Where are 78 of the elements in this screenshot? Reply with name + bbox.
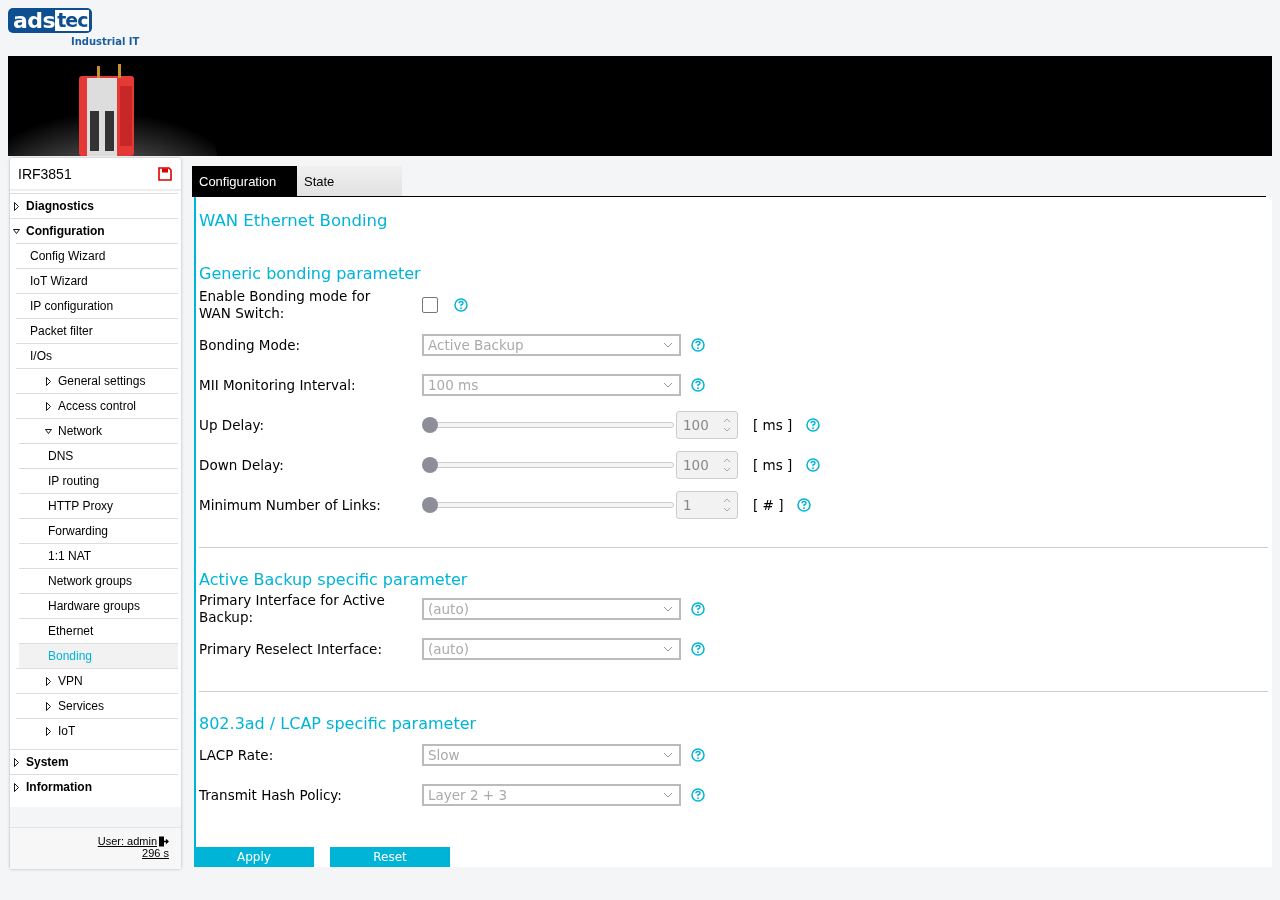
help-icon[interactable] [797, 498, 812, 512]
slider[interactable] [424, 417, 674, 433]
collapsed-triangle-icon [45, 726, 52, 736]
help-icon[interactable] [691, 642, 705, 656]
sidebar-item[interactable]: IP routing [19, 468, 178, 493]
user-link[interactable]: User: admin [97, 835, 169, 847]
field-label: LACP Rate: [199, 746, 275, 764]
sidebar-item[interactable]: Config Wizard [16, 243, 178, 268]
device-name: IRF3851 [18, 166, 72, 182]
section-title: Generic bonding parameter [199, 264, 422, 283]
field-label: Down Delay: [199, 456, 285, 474]
collapsed-triangle-icon [13, 201, 20, 211]
chevron-down-icon [663, 382, 673, 388]
sidebar-item[interactable]: IoT Wizard [16, 268, 178, 293]
sidebar-item[interactable]: HTTP Proxy [19, 493, 178, 518]
sidebar-item[interactable]: Information [10, 774, 178, 799]
field-label: Minimum Number of Links: [199, 496, 382, 514]
help-icon[interactable] [691, 788, 705, 802]
field-label: Primary Interface for Active Backup: [199, 592, 386, 626]
expanded-triangle-icon [13, 226, 20, 236]
chevron-down-icon [663, 606, 673, 612]
tab[interactable]: Configuration [192, 166, 297, 196]
sidebar-item[interactable]: Configuration [10, 218, 178, 243]
collapsed-triangle-icon [45, 401, 52, 411]
help-icon[interactable] [691, 378, 705, 392]
chevron-down-icon [663, 646, 673, 652]
sidebar-item[interactable]: VPN [16, 668, 178, 693]
collapsed-triangle-icon [45, 676, 52, 686]
sidebar-item[interactable]: DNS [19, 443, 178, 468]
sidebar-item[interactable]: Packet filter [16, 318, 178, 343]
sidebar-item[interactable]: Access control [16, 393, 178, 418]
section-title: 802.3ad / LCAP specific parameter [199, 714, 478, 733]
chevron-down-icon [663, 342, 673, 348]
collapsed-triangle-icon [13, 782, 20, 792]
session-timer-link[interactable]: 296 s [142, 847, 169, 859]
checkbox[interactable] [422, 297, 438, 313]
tab[interactable]: State [297, 166, 402, 196]
chevron-down-icon [663, 792, 673, 798]
field-label: Bonding Mode: [199, 336, 302, 354]
sidebar-item[interactable]: Services [16, 693, 178, 718]
logout-icon [158, 835, 169, 847]
help-icon[interactable] [454, 298, 468, 312]
sidebar-item[interactable]: IP configuration [16, 293, 178, 318]
chevron-down-icon [663, 752, 673, 758]
save-icon[interactable] [158, 167, 172, 181]
field-label: MII Monitoring Interval: [199, 376, 357, 394]
page-title: WAN Ethernet Bonding [199, 211, 389, 230]
logo: adstec [8, 8, 93, 33]
expanded-triangle-icon [45, 426, 52, 436]
help-icon[interactable] [806, 458, 821, 472]
sidebar-item[interactable]: Network [16, 418, 178, 443]
help-icon[interactable] [806, 418, 821, 432]
field-label: Up Delay: [199, 416, 266, 434]
sidebar-item[interactable]: Network groups [19, 568, 178, 593]
tagline: Industrial IT [71, 36, 140, 47]
sidebar-item[interactable]: System [10, 749, 178, 774]
field-label: Primary Reselect Interface: [199, 640, 383, 658]
collapsed-triangle-icon [13, 757, 20, 767]
collapsed-triangle-icon [45, 376, 52, 386]
sidebar-item[interactable]: Forwarding [19, 518, 178, 543]
field-label: Enable Bonding mode for WAN Switch: [199, 288, 372, 322]
unit-label: [ ms ] [753, 457, 793, 473]
collapsed-triangle-icon [45, 701, 52, 711]
field-label: Transmit Hash Policy: [199, 786, 343, 804]
sidebar-item[interactable]: Hardware groups [19, 593, 178, 618]
help-icon[interactable] [691, 338, 705, 352]
section-title: Active Backup specific parameter [199, 570, 469, 589]
sidebar-item[interactable]: IoT [16, 718, 178, 743]
unit-label: [ ms ] [753, 417, 793, 433]
help-icon[interactable] [691, 602, 705, 616]
help-icon[interactable] [691, 748, 705, 762]
unit-label: [ # ] [753, 497, 784, 513]
sidebar-item[interactable]: 1:1 NAT [19, 543, 178, 568]
slider[interactable] [424, 497, 674, 513]
sidebar-item[interactable]: General settings [16, 368, 178, 393]
slider[interactable] [424, 457, 674, 473]
sidebar-item[interactable]: I/Os [16, 343, 178, 368]
sidebar-item[interactable]: Diagnostics [10, 193, 178, 218]
